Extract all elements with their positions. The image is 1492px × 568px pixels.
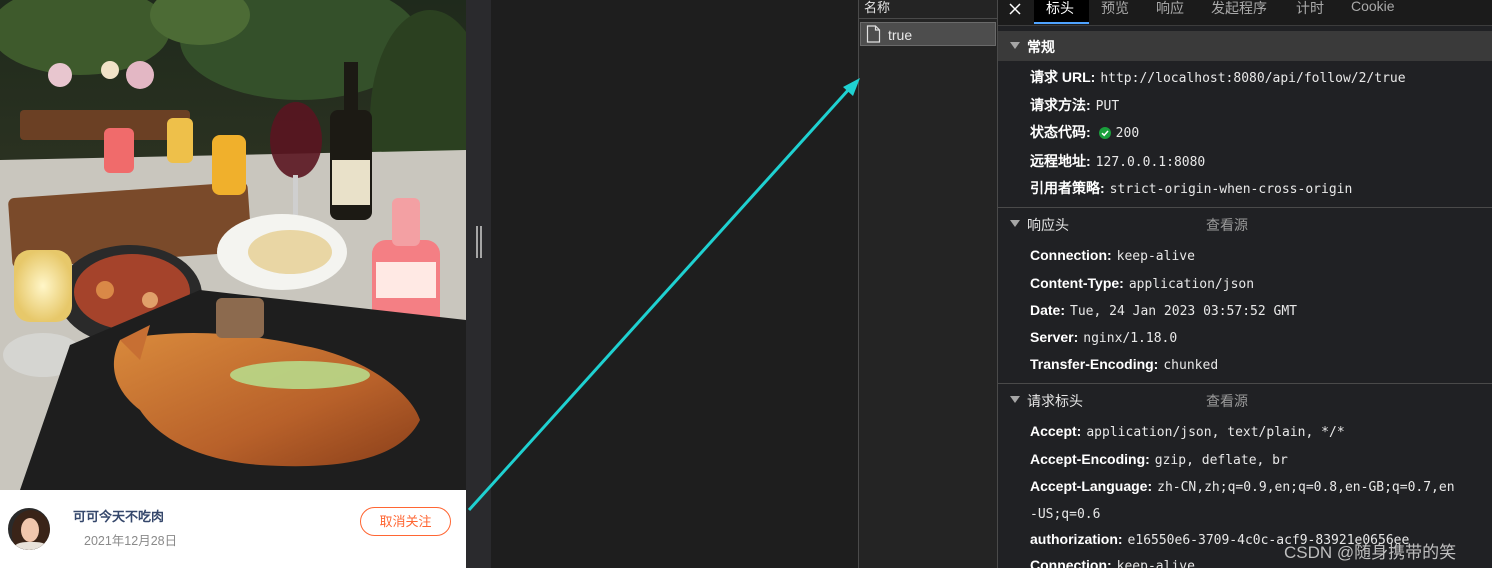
blog-card: 可可今天不吃肉 2021年12月28日 取消关注 <box>0 0 466 568</box>
request-headers-title: 请求标头 <box>1027 393 1083 409</box>
collapse-triangle-icon <box>1010 220 1020 227</box>
header-key: 请求方法: <box>1030 97 1091 113</box>
header-key: Accept-Encoding: <box>1030 451 1150 467</box>
watermark: CSDN @随身携带的笑 <box>1284 543 1457 562</box>
close-icon[interactable] <box>1008 2 1022 16</box>
response-header-row: Content-Type: application/json <box>1030 273 1254 292</box>
header-value: chunked <box>1163 358 1219 373</box>
general-row-method: 请求方法: PUT <box>1030 95 1119 115</box>
header-key: Connection: <box>1030 557 1112 568</box>
view-source-link[interactable]: 查看源 <box>1206 215 1248 235</box>
response-headers-title: 响应头 <box>1027 217 1069 233</box>
tab-preview[interactable]: 预览 <box>1101 0 1129 18</box>
status-ok-icon <box>1098 127 1111 139</box>
response-header-row: Connection: keep-alive <box>1030 245 1195 264</box>
request-header-row: Accept: application/json, text/plain, */* <box>1030 421 1345 440</box>
header-key: Server: <box>1030 329 1079 345</box>
general-section-header[interactable] <box>998 31 1492 61</box>
header-value: nginx/1.18.0 <box>1083 331 1178 346</box>
general-row-status: 状态代码: 200 <box>1030 122 1139 142</box>
header-value: strict-origin-when-cross-origin <box>1109 182 1353 197</box>
request-header-row: Accept-Language: zh-CN,zh;q=0.9,en;q=0.8,… <box>1030 476 1455 495</box>
request-list <box>858 0 998 568</box>
header-value: keep-alive <box>1116 559 1195 568</box>
request-name[interactable]: true <box>888 27 912 43</box>
header-key: 引用者策略: <box>1030 180 1105 196</box>
response-header-row: Date: Tue, 24 Jan 2023 03:57:52 GMT <box>1030 300 1297 319</box>
header-key: Accept: <box>1030 423 1082 439</box>
header-key: Connection: <box>1030 247 1112 263</box>
header-key: 状态代码: <box>1030 124 1091 140</box>
tab-headers[interactable]: 标头 <box>1046 0 1074 18</box>
header-key: 请求 URL: <box>1030 69 1096 85</box>
header-value: application/json <box>1128 277 1255 292</box>
header-value: Tue, 24 Jan 2023 03:57:52 GMT <box>1070 304 1297 319</box>
tab-response[interactable]: 响应 <box>1156 0 1184 18</box>
devtools-empty-area <box>491 0 858 568</box>
post-date: 2021年12月28日 <box>84 534 178 548</box>
general-row-referrer-policy: 引用者策略: strict-origin-when-cross-origin <box>1030 178 1352 198</box>
header-key: Date: <box>1030 302 1066 318</box>
collapse-triangle-icon <box>1010 396 1020 403</box>
response-header-row: Server: nginx/1.18.0 <box>1030 327 1177 346</box>
header-key: Accept-Language: <box>1030 478 1153 494</box>
header-value: keep-alive <box>1116 249 1195 264</box>
header-value: gzip, deflate, br <box>1154 453 1288 468</box>
header-value: PUT <box>1095 99 1120 114</box>
header-value: application/json, text/plain, */* <box>1086 425 1345 440</box>
general-row-url: 请求 URL: http://localhost:8080/api/follow/… <box>1030 67 1406 87</box>
panel-divider <box>466 0 491 568</box>
header-key: 远程地址: <box>1030 153 1091 169</box>
header-value: http://localhost:8080/api/follow/2/true <box>1100 71 1406 86</box>
splitter-handle[interactable] <box>476 226 482 258</box>
tab-timing[interactable]: 计时 <box>1296 0 1324 18</box>
header-key: Transfer-Encoding: <box>1030 356 1159 372</box>
collapse-triangle-icon <box>1010 42 1020 49</box>
name-column-header[interactable]: 名称 <box>864 0 890 16</box>
header-key: Content-Type: <box>1030 275 1124 291</box>
general-row-remote-address: 远程地址: 127.0.0.1:8080 <box>1030 151 1205 171</box>
author-name[interactable]: 可可今天不吃肉 <box>73 506 164 525</box>
general-section-title: 常规 <box>1027 39 1055 55</box>
unfollow-button[interactable]: 取消关注 <box>360 507 451 536</box>
request-header-row: Connection: keep-alive <box>1030 555 1195 568</box>
name-header-divider <box>859 18 997 19</box>
header-key: authorization: <box>1030 531 1123 547</box>
view-source-link[interactable]: 查看源 <box>1206 391 1248 411</box>
tab-initiator[interactable]: 发起程序 <box>1211 0 1267 18</box>
header-value: 200 <box>1115 126 1140 141</box>
food-photo <box>0 0 466 490</box>
author-avatar[interactable] <box>6 506 52 552</box>
header-value: zh-CN,zh;q=0.9,en;q=0.8,en-GB;q=0.7,en <box>1157 480 1455 495</box>
document-icon <box>866 25 881 43</box>
request-header-row-continuation: -US;q=0.6 <box>1030 503 1100 522</box>
response-header-row: Transfer-Encoding: chunked <box>1030 354 1218 373</box>
request-header-row: Accept-Encoding: gzip, deflate, br <box>1030 449 1288 468</box>
header-value-continuation: -US;q=0.6 <box>1030 507 1101 522</box>
tab-cookies[interactable]: Cookie <box>1351 0 1395 14</box>
header-value: 127.0.0.1:8080 <box>1095 155 1206 170</box>
